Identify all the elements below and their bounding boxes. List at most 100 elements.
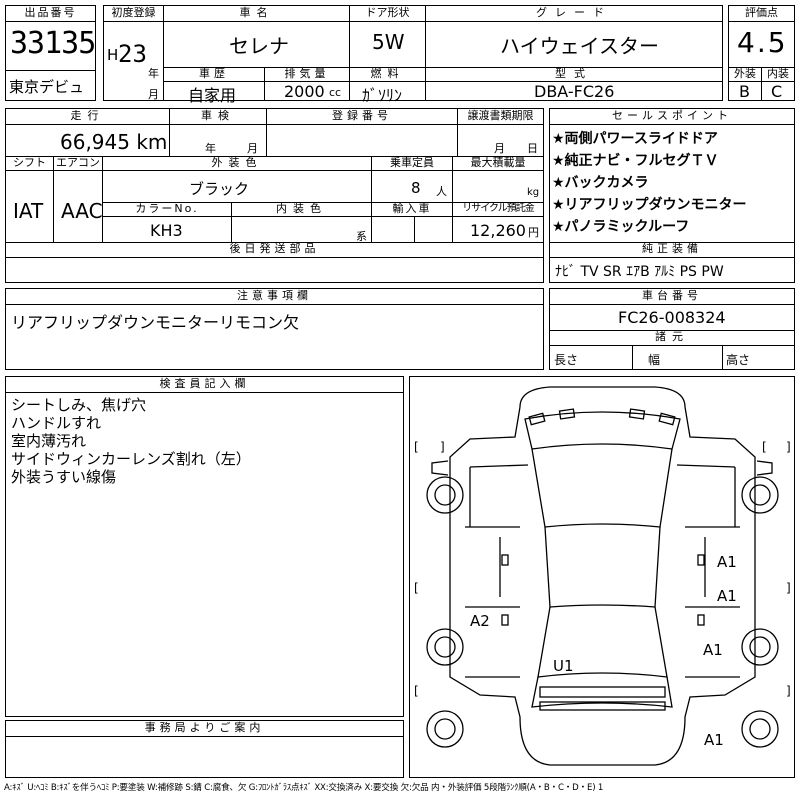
reg-no-label: 登録番号 xyxy=(332,109,392,122)
damage-mark: U1 xyxy=(553,657,574,675)
car-diagram-box: [ ] [ ] [ ] [ ] A1 A1 A2 A1 U1 A1 xyxy=(409,376,795,778)
sales-points-label: セールスポイント xyxy=(612,109,732,122)
equipment-label: 純正装備 xyxy=(642,242,702,255)
detail-box: 走行 車検 登録番号 譲渡書類期限 66,945 km 年 月 月 日 シフト … xyxy=(5,108,544,283)
office-label: 事務局よりご案内 xyxy=(144,721,265,734)
damage-mark: A2 xyxy=(470,612,490,630)
ac-label: エアコン xyxy=(56,156,100,169)
equipment: ﾅﾋﾞ TV SR ｴｱB ｱﾙﾐ PS PW xyxy=(555,264,724,280)
damage-mark: A1 xyxy=(703,641,723,659)
shift: IAT xyxy=(13,199,44,223)
first-reg-year-unit: 年 xyxy=(148,67,159,80)
recycle-unit: 円 xyxy=(528,226,539,239)
first-reg-label: 初度登録 xyxy=(111,6,156,19)
chassis-number: FC26-008324 xyxy=(618,308,726,327)
bracket-left-close: ] xyxy=(440,440,445,454)
capacity-unit: 人 xyxy=(436,185,447,198)
ext-color: ブラック xyxy=(189,180,250,198)
transfer-month-unit: 月 xyxy=(494,142,505,155)
displacement-label: 排気量 xyxy=(284,67,330,80)
lot-label: 出品番号 xyxy=(24,6,77,19)
grade-label: グレード xyxy=(536,6,612,19)
score-value: 4.5 xyxy=(737,26,788,59)
car-name: セレナ xyxy=(229,34,289,58)
ext-score-label: 外装 xyxy=(734,67,756,80)
sales-point: ★両側パワースライドドア xyxy=(552,131,718,147)
inspector-note: 外装うすい線傷 xyxy=(11,468,117,486)
inspector-note: シートしみ、焦げ穴 xyxy=(11,396,147,414)
model-code: DBA-FC26 xyxy=(534,82,615,101)
color-no: KH3 xyxy=(150,221,183,240)
inspector-note: ハンドルすれ xyxy=(11,414,102,432)
bracket-left-mid-open: [ xyxy=(414,581,419,595)
recycle-amount: 12,260 xyxy=(470,221,526,240)
int-color-label: 内装色 xyxy=(276,202,327,215)
sales-points-list: ★両側パワースライドドア ★純正ナビ・フルセグＴＶ ★バックカメラ ★リアフリッ… xyxy=(552,128,747,238)
capacity: 8 xyxy=(411,179,421,197)
ext-color-label: 外装色 xyxy=(211,156,263,169)
later-parts-label: 後日発送部品 xyxy=(229,242,320,255)
lot-box: 出品番号 33135 東京デビュ xyxy=(5,5,96,101)
transfer-label: 譲渡書類期限 xyxy=(467,109,534,122)
damage-mark: A1 xyxy=(717,553,737,571)
notes: リアフリップダウンモニターリモコン欠 xyxy=(11,313,300,332)
chassis-label: 車台番号 xyxy=(642,289,702,302)
bracket-right-open: [ xyxy=(762,440,767,454)
inspector-label: 検査員記入欄 xyxy=(159,377,250,390)
lot-number: 33135 xyxy=(10,26,96,61)
bracket-right-close: ] xyxy=(786,440,791,454)
inspection-label: 車検 xyxy=(201,109,235,122)
int-score-label: 内装 xyxy=(767,67,789,80)
ac: AAC xyxy=(61,199,103,223)
inspector-box: 検査員記入欄 シートしみ、焦げ穴 ハンドルすれ 室内薄汚れ サイドウィンカーレン… xyxy=(5,376,404,717)
door-type: 5W xyxy=(372,30,405,54)
fuel: ｶﾞｿﾘﾝ xyxy=(362,86,403,105)
displacement-unit: cc xyxy=(329,86,342,99)
grade: ハイウェイスター xyxy=(500,34,659,58)
displacement: 2000 xyxy=(284,82,325,101)
inspector-note: 室内薄汚れ xyxy=(11,432,87,450)
inspection-month-unit: 月 xyxy=(247,142,258,155)
car-name-label: 車名 xyxy=(239,6,274,19)
spec-box: 初度登録 H 23 年 月 車名 ドア形状 グレード セレナ 5W ハイウェイス… xyxy=(103,5,723,105)
transfer-day-unit: 日 xyxy=(527,142,538,155)
color-no-label: カラーNo. xyxy=(135,202,199,215)
notes-label: 注意事項欄 xyxy=(237,289,312,302)
bracket-left-open: [ xyxy=(414,440,419,454)
max-load-label: 最大積載量 xyxy=(470,156,526,169)
ext-score: B xyxy=(739,82,750,101)
model-label: 型式 xyxy=(555,67,593,80)
int-score: C xyxy=(771,82,783,101)
sales-point: ★パノラミックルーフ xyxy=(552,219,690,235)
score-label: 評価点 xyxy=(745,6,778,19)
max-load-unit: kg xyxy=(527,187,540,198)
sales-point: ★リアフリップダウンモニター xyxy=(552,197,747,213)
capacity-label: 乗車定員 xyxy=(390,156,434,169)
first-reg-year: 23 xyxy=(118,40,147,68)
first-reg-era: H xyxy=(107,46,119,64)
recycle-label: リサイクル預託金 xyxy=(462,203,535,214)
width-label: 幅 xyxy=(648,353,661,367)
wheel xyxy=(426,476,464,514)
bracket-left-low-open: [ xyxy=(414,684,419,698)
damage-mark: A1 xyxy=(717,587,737,605)
length-label: 長さ xyxy=(554,353,579,367)
score-box: 評価点 4.5 外装 内装 B C xyxy=(728,5,795,101)
venue: 東京デビュ xyxy=(9,78,85,96)
bracket-right-mid-open: ] xyxy=(786,581,791,595)
first-reg-month-unit: 月 xyxy=(148,88,159,101)
sales-box: セールスポイント ★両側パワースライドドア ★純正ナビ・フルセグＴＶ ★バックカ… xyxy=(549,108,795,283)
chassis-box: 車台番号 FC26-008324 諸元 長さ 幅 高さ xyxy=(549,288,795,370)
history-label: 車歴 xyxy=(199,67,229,80)
inspection-year-unit: 年 xyxy=(205,142,216,155)
mileage-label: 走行 xyxy=(70,109,105,122)
mileage: 66,945 km xyxy=(60,130,168,154)
fuel-label: 燃料 xyxy=(370,67,405,80)
roof xyxy=(544,526,661,608)
door-label: ドア形状 xyxy=(365,6,410,19)
body-outline xyxy=(519,386,686,408)
bracket-right-low-open: ] xyxy=(786,684,791,698)
dims-label: 諸元 xyxy=(655,330,689,343)
damage-mark: A1 xyxy=(704,731,724,749)
height-label: 高さ xyxy=(726,353,751,367)
